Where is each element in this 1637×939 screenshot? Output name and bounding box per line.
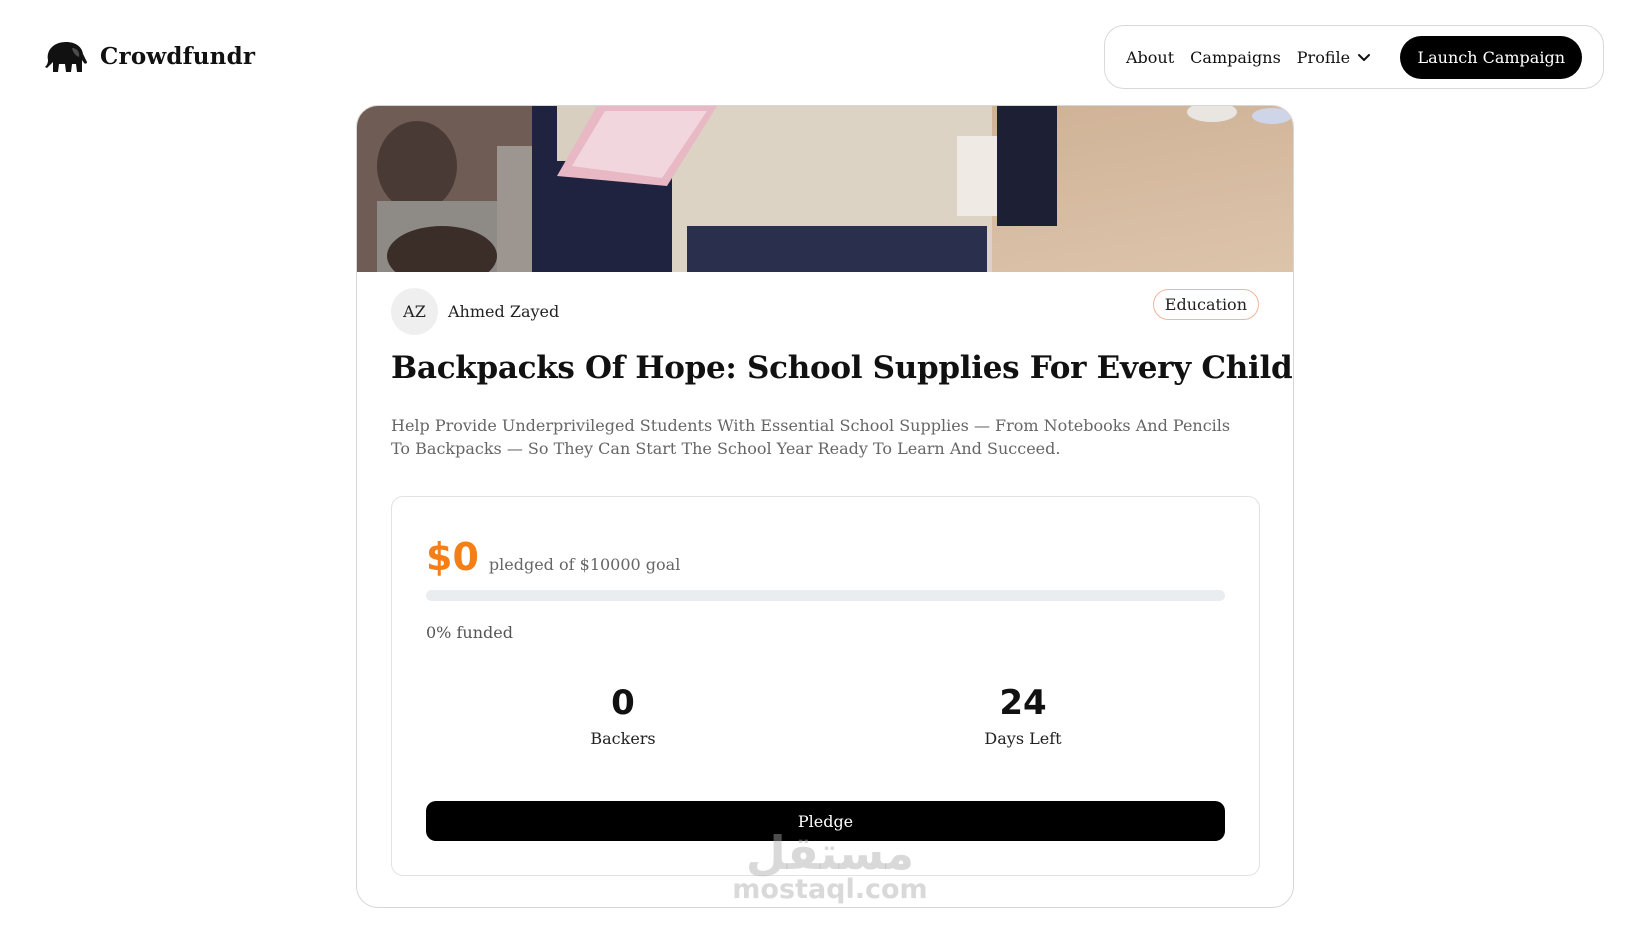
nav-profile-dropdown[interactable]: Profile — [1297, 48, 1372, 67]
campaign-title: Backpacks Of Hope: School Supplies For E… — [391, 350, 1293, 386]
nav-campaigns-link[interactable]: Campaigns — [1190, 48, 1281, 67]
funding-panel: $0 pledged of $10000 goal 0% funded 0 Ba… — [391, 496, 1260, 876]
funded-percent-text: 0% funded — [426, 623, 513, 642]
backers-count: 0 — [611, 683, 635, 723]
avatar: AZ — [391, 288, 438, 335]
pledge-button[interactable]: Pledge — [426, 801, 1225, 841]
page: Crowdfundr About Campaigns Profile Launc… — [0, 0, 1637, 939]
days-left-count: 24 — [999, 683, 1047, 723]
category-badge: Education — [1152, 289, 1259, 320]
days-left-label: Days Left — [984, 729, 1062, 748]
backers-stat: 0 Backers — [523, 683, 723, 748]
launch-campaign-button[interactable]: Launch Campaign — [1400, 36, 1582, 79]
campaign-description: Help Provide Underprivileged Students Wi… — [391, 416, 1231, 458]
campaign-card: AZ Ahmed Zayed Education Backpacks Of Ho… — [356, 105, 1294, 908]
brand[interactable]: Crowdfundr — [42, 38, 255, 74]
pledged-amount: $0 — [426, 535, 479, 579]
days-left-stat: 24 Days Left — [923, 683, 1123, 748]
elephant-icon — [45, 42, 87, 72]
chevron-down-icon — [1358, 54, 1371, 61]
campaign-creator: AZ Ahmed Zayed — [391, 288, 559, 335]
top-nav: About Campaigns Profile Launch Campaign — [1104, 25, 1604, 89]
brand-name: Crowdfundr — [100, 42, 256, 70]
nav-profile-label: Profile — [1296, 47, 1351, 67]
creator-name: Ahmed Zayed — [448, 302, 560, 321]
backers-label: Backers — [590, 729, 656, 748]
nav-about-link[interactable]: About — [1126, 48, 1174, 67]
funding-progress-bar — [426, 590, 1225, 601]
campaign-hero-image — [357, 106, 1293, 272]
goal-text: pledged of $10000 goal — [488, 555, 681, 574]
pledged-summary: $0 pledged of $10000 goal — [426, 535, 680, 579]
